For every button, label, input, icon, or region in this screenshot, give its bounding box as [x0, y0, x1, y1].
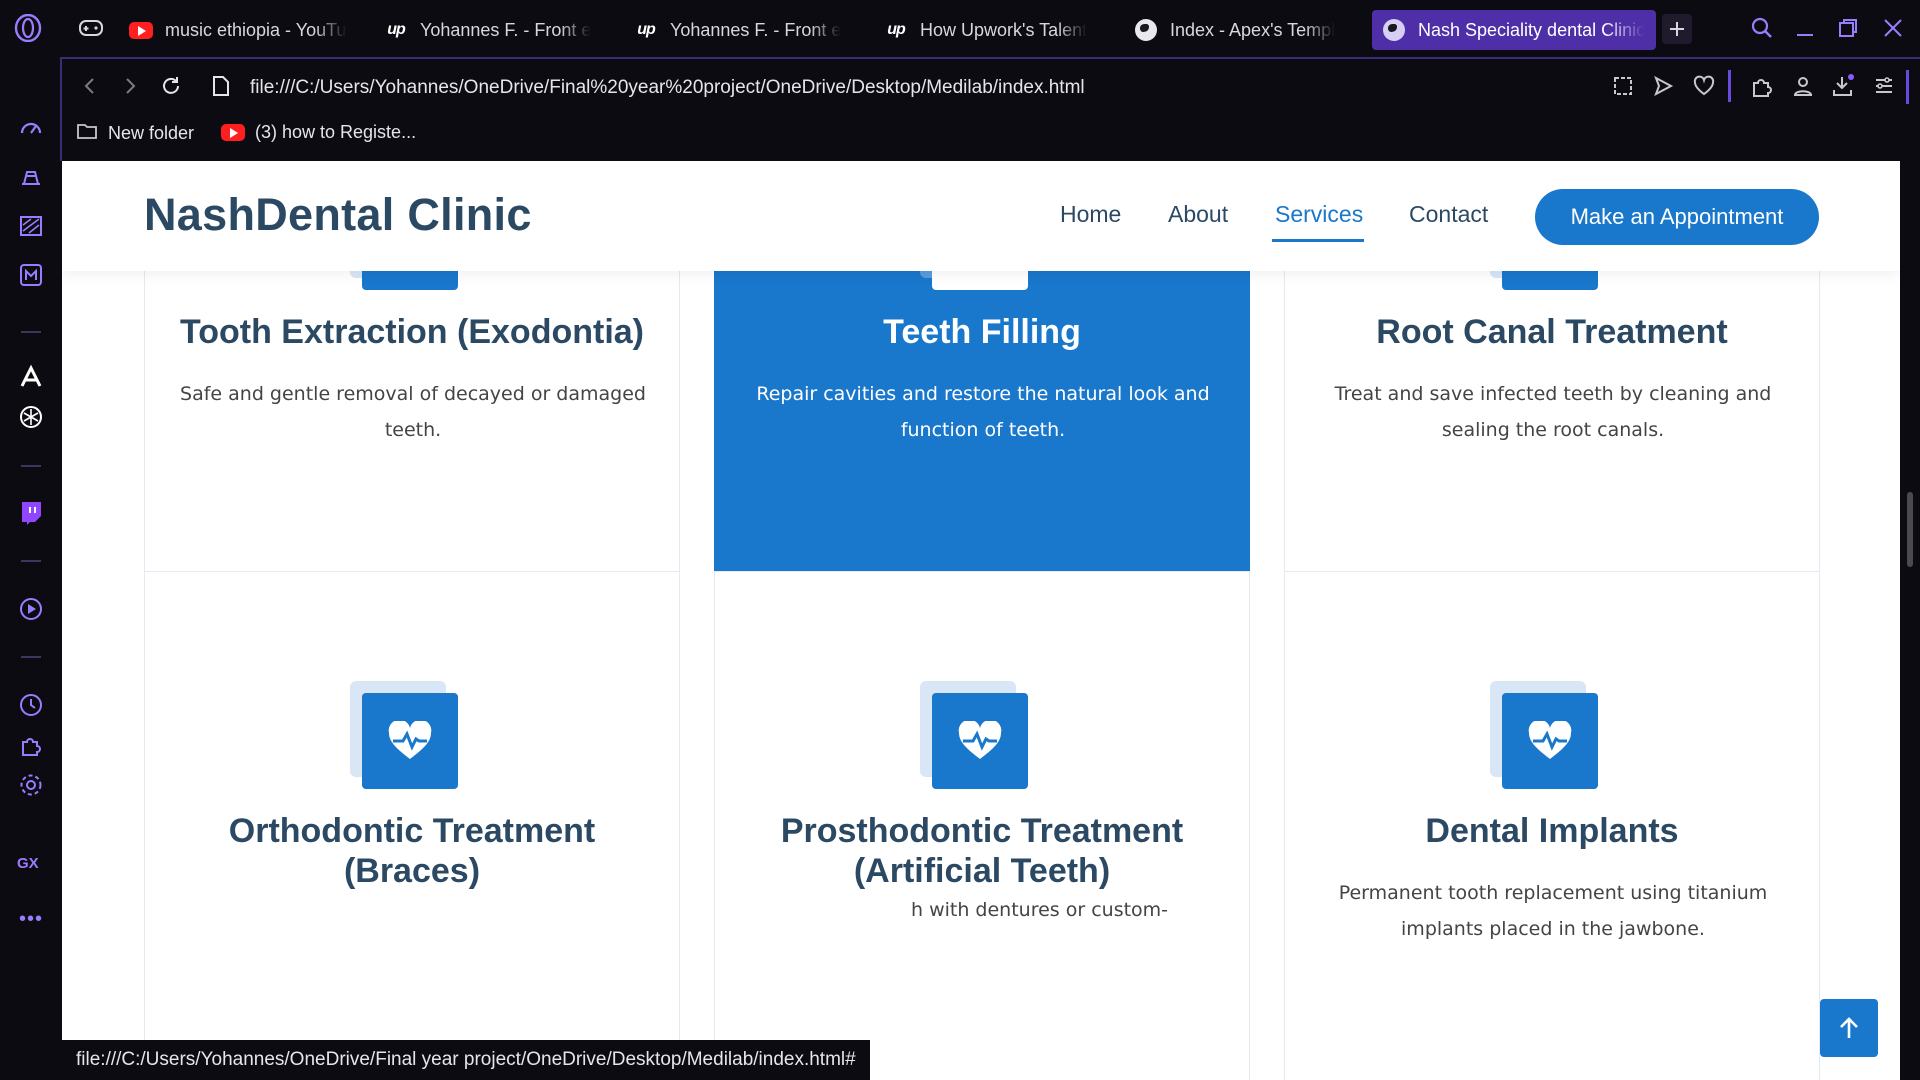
close-icon[interactable] [1879, 14, 1907, 42]
folder-icon [76, 122, 98, 145]
bookmark-label: (3) how to Registe... [255, 122, 417, 142]
browser-tab[interactable]: Index - Apex's Templ [1124, 10, 1362, 50]
heartbeat-icon [1502, 693, 1598, 789]
browser-tab-active[interactable]: Nash Speciality dental Clinic [1372, 10, 1656, 50]
bookmark-new-folder[interactable]: New folder [76, 122, 194, 145]
site-header: NashDental Clinic Home About Services Co… [62, 161, 1900, 271]
forward-icon[interactable] [116, 72, 144, 100]
arrow-up-icon [1840, 1017, 1858, 1038]
player-icon[interactable] [17, 212, 45, 240]
service-description: Permanent tooth replacement using titani… [1338, 882, 1768, 940]
bookmark-youtube[interactable]: (3) how to Registe... [221, 122, 416, 143]
reload-icon[interactable] [157, 72, 185, 100]
page-scrollbar[interactable] [1900, 161, 1920, 1080]
nav-active-indicator [1272, 239, 1364, 242]
service-description: Treat and save infected teeth by cleanin… [1334, 383, 1772, 441]
restore-icon[interactable] [1834, 14, 1862, 42]
nav-about[interactable]: About [1168, 201, 1228, 228]
page-viewport: NashDental Clinic Home About Services Co… [62, 161, 1900, 1080]
snapshot-icon[interactable] [1609, 72, 1637, 100]
heart-icon[interactable] [1690, 72, 1718, 100]
downloads-icon[interactable] [1829, 72, 1857, 100]
new-tab-icon[interactable] [1662, 14, 1692, 44]
browser-tab[interactable]: up Yohannes F. - Front e [624, 10, 862, 50]
gamepad-icon[interactable] [77, 14, 105, 42]
twitch-icon[interactable] [17, 499, 45, 527]
tab-title: Index - Apex's Templ [1170, 19, 1336, 40]
status-bar-link-preview: file:///C:/Users/Yohannes/OneDrive/Final… [62, 1040, 870, 1080]
easy-setup-icon[interactable] [1870, 72, 1898, 100]
scrollbar-thumb[interactable] [1907, 492, 1913, 567]
service-card[interactable]: Prosthodontic Treatment (Artificial Teet… [714, 571, 1250, 1080]
youtube-icon [129, 18, 153, 42]
service-description: Safe and gentle removal of decayed or da… [180, 383, 646, 441]
search-icon[interactable] [1748, 14, 1776, 42]
service-icon [350, 681, 458, 789]
service-title: Dental Implants [1425, 812, 1679, 850]
tab-title: music ethiopia - YouTube [165, 19, 347, 40]
service-description: Repair cavities and restore the natural … [756, 383, 1210, 441]
extensions-icon[interactable] [1748, 72, 1776, 100]
extensions-icon[interactable] [17, 731, 45, 759]
settings-icon[interactable] [17, 771, 45, 799]
back-icon[interactable] [76, 72, 104, 100]
opera-menu-icon[interactable] [14, 14, 42, 42]
browser-tab[interactable]: music ethiopia - YouTube [119, 10, 357, 50]
bookmark-label: New folder [108, 123, 195, 143]
toolbar-accent-bar [1906, 70, 1909, 104]
service-card[interactable]: Dental Implants Permanent tooth replacem… [1284, 571, 1820, 1080]
globe-icon [1382, 18, 1406, 42]
upwork-icon: up [637, 21, 656, 38]
tab-strip: music ethiopia - YouTube up Yohannes F. … [0, 0, 1920, 57]
back-to-top-button[interactable] [1820, 999, 1878, 1057]
history-icon[interactable] [17, 691, 45, 719]
service-title: Tooth Extraction (Exodontia) [179, 313, 644, 351]
service-title: Prosthodontic Treatment (Artificial Teet… [780, 812, 1184, 890]
service-title: Orthodontic Treatment (Braces) [228, 812, 596, 890]
tab-title: Yohannes F. - Front e [420, 19, 592, 40]
sidebar-divider [21, 560, 41, 562]
nav-services[interactable]: Services [1275, 201, 1363, 228]
browser-tab[interactable]: up Yohannes F. - Front e [374, 10, 612, 50]
browser-sidebar: GX ••• [0, 57, 60, 1080]
tab-title: How Upwork's Talent [920, 19, 1088, 40]
send-icon[interactable] [1649, 72, 1677, 100]
profile-icon[interactable] [1789, 72, 1817, 100]
heartbeat-icon [932, 693, 1028, 789]
service-title: Teeth Filling [883, 313, 1081, 351]
url-field[interactable]: file:///C:/Users/Yohannes/OneDrive/Final… [250, 77, 1085, 99]
nav-contact[interactable]: Contact [1409, 201, 1488, 228]
site-logo[interactable]: NashDental Clinic [144, 189, 532, 241]
play-circle-icon[interactable] [17, 595, 45, 623]
service-title: Root Canal Treatment [1376, 313, 1728, 351]
gx-badge[interactable]: GX [17, 855, 39, 872]
nav-home[interactable]: Home [1060, 201, 1121, 228]
sidebar-divider [21, 465, 41, 467]
tab-title: Yohannes F. - Front e [670, 19, 842, 40]
service-description: h with dentures or custom- [911, 899, 1169, 921]
browser-tab[interactable]: up How Upwork's Talent [874, 10, 1112, 50]
page-icon [207, 72, 235, 100]
upwork-icon: up [887, 21, 906, 38]
service-card[interactable]: Orthodontic Treatment (Braces) [144, 571, 680, 1080]
minimize-icon[interactable] [1791, 14, 1819, 42]
service-icon [1490, 681, 1598, 789]
make-appointment-button[interactable]: Make an Appointment [1535, 189, 1819, 245]
speed-dial-icon[interactable] [17, 114, 45, 142]
youtube-icon [221, 124, 245, 141]
globe-icon [1134, 18, 1158, 42]
sidebar-divider [21, 656, 41, 658]
upwork-icon: up [387, 21, 406, 38]
sidebar-divider [21, 331, 41, 333]
gx-corner-icon[interactable] [17, 163, 45, 191]
toolbar-divider [1728, 70, 1731, 102]
messenger-icon[interactable] [17, 261, 45, 289]
tab-title: Nash Speciality dental Clinic [1418, 19, 1646, 40]
more-icon[interactable]: ••• [17, 905, 45, 933]
service-icon [920, 681, 1028, 789]
chatgpt-icon[interactable] [17, 403, 45, 431]
heartbeat-icon [362, 693, 458, 789]
aria-icon[interactable] [17, 363, 45, 391]
